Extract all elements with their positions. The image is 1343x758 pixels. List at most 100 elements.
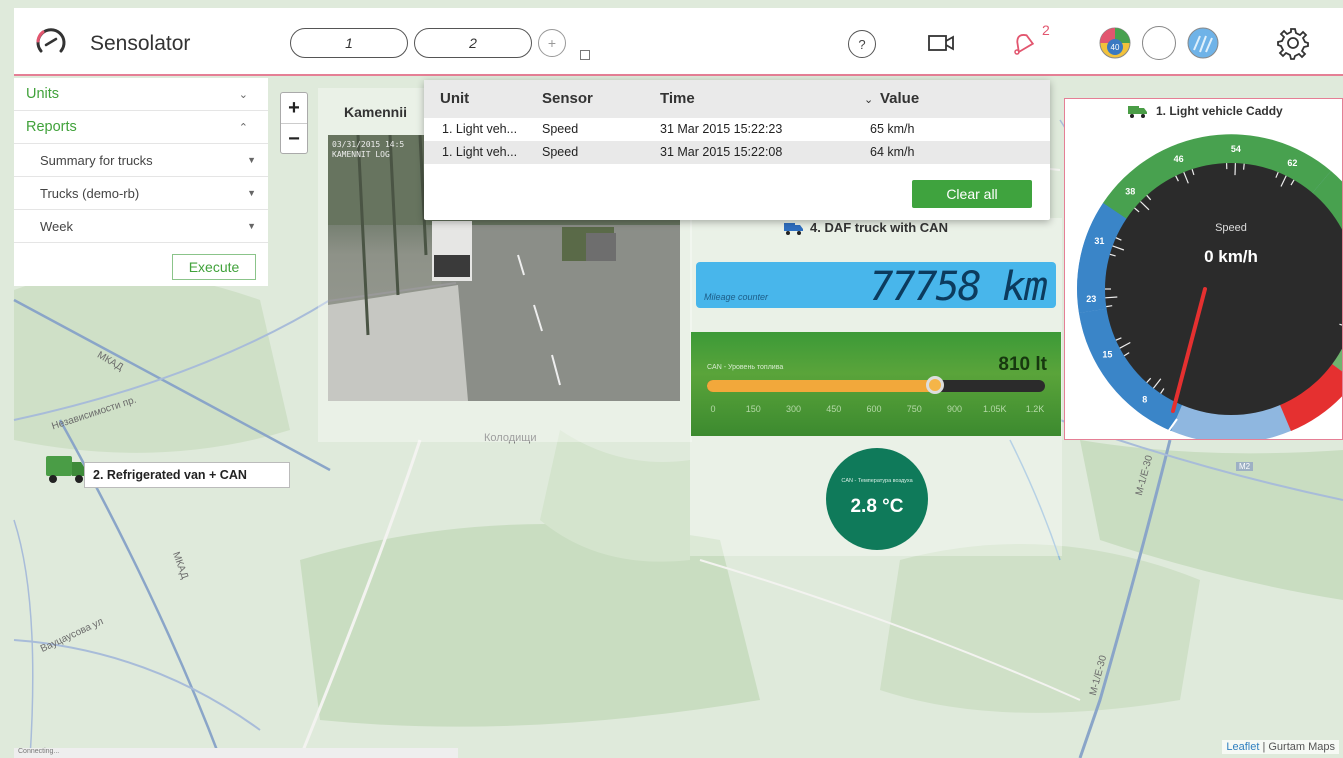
fuel-value: 810 lt (998, 354, 1047, 375)
report-template-select[interactable]: Summary for trucks ▼ (14, 144, 268, 177)
temperature-gauge: CAN - Температура воздуха 2.8 °C (826, 448, 928, 550)
caret-down-icon: ▼ (247, 221, 256, 231)
speed-tick-label: 23 (1086, 294, 1096, 304)
chevron-down-icon: ⌄ (238, 88, 248, 101)
app-title: Sensolator (90, 32, 191, 55)
speedometer-widget: 81523313846546292 Speed 0 km/h (1064, 98, 1343, 440)
fuel-scale-ticks: 0 150 300 450 600 750 900 1.05K 1.2K (707, 404, 1047, 418)
units-label: Units (26, 86, 60, 102)
cell-unit: 1. Light veh... (442, 145, 518, 159)
column-header-value[interactable]: Value (880, 90, 919, 107)
tab-resize-icon[interactable] (580, 50, 590, 60)
mileage-label: Mileage counter (704, 292, 769, 302)
video-camera-icon[interactable] (926, 28, 956, 58)
speedometer-label: Speed (1215, 222, 1247, 234)
units-section-toggle[interactable]: Units ⌄ (14, 78, 268, 111)
table-row[interactable]: 1. Light veh... Speed 31 Mar 2015 15:22:… (424, 118, 1050, 141)
fuel-slider-fill (707, 380, 936, 392)
truck-icon (784, 222, 803, 235)
fuel-label: CAN - Уровень топлива (707, 364, 784, 371)
add-tab-button[interactable]: + (538, 29, 566, 57)
zoom-out-button[interactable]: − (281, 124, 307, 154)
caret-down-icon: ▼ (247, 155, 256, 165)
clear-all-button[interactable]: Clear all (912, 180, 1032, 208)
fuel-tick-label: 300 (785, 404, 802, 414)
cell-time: 31 Mar 2015 15:22:23 (660, 122, 783, 136)
cell-time: 31 Mar 2015 15:22:08 (660, 145, 783, 159)
camera-timestamp: 03/31/2015 14:5 KAMENNIT LOG (332, 140, 404, 160)
report-object-select[interactable]: Trucks (demo-rb) ▼ (14, 177, 268, 210)
speed-tick-label: 46 (1174, 154, 1184, 164)
daf-widget-title: 4. DAF truck with CAN (784, 220, 948, 235)
fuel-tick-label: 750 (906, 404, 922, 414)
speed-tick-label: 31 (1094, 236, 1104, 246)
fuel-tick-label: 1.05K (982, 404, 1007, 414)
reports-section-toggle[interactable]: Reports ⌃ (14, 111, 268, 144)
refrigerated-van-marker-icon[interactable] (44, 452, 88, 490)
unit-map-label[interactable]: 2. Refrigerated van + CAN (84, 462, 290, 488)
caret-down-icon: ▼ (247, 188, 256, 198)
empty-layer-icon[interactable] (1142, 26, 1176, 60)
camera-location-line: KAMENNIT LOG (332, 150, 390, 159)
attribution-text: | Gurtam Maps (1259, 741, 1335, 753)
mileage-counter: Mileage counter 77758 km (696, 262, 1056, 310)
zoom-control: + − (280, 92, 308, 154)
sort-chevron-icon[interactable]: ⌄ (864, 93, 873, 106)
sensor-messages-popup: Unit Sensor Time ⌄ Value 1. Light veh...… (424, 80, 1050, 220)
zoom-in-button[interactable]: + (281, 93, 307, 124)
gear-icon[interactable] (1276, 26, 1310, 60)
messages-table-header: Unit Sensor Time ⌄ Value (424, 80, 1050, 118)
fuel-tick-label: 0 (710, 404, 716, 414)
fuel-tick-label: 900 (946, 404, 963, 414)
fuel-level-widget: CAN - Уровень топлива 810 lt 0 150 300 450 6… (691, 332, 1061, 436)
speed-tick-label: 38 (1125, 187, 1135, 197)
speed-tick-label: 62 (1287, 158, 1297, 168)
execute-button[interactable]: Execute (172, 254, 256, 280)
speedometer-title: 1. Light vehicle Caddy (1128, 104, 1283, 118)
report-template-value: Summary for trucks (40, 152, 153, 168)
column-header-time[interactable]: Time (660, 90, 695, 107)
speedometer-title-text: 1. Light vehicle Caddy (1156, 104, 1283, 118)
speed-tick-label: 15 (1102, 350, 1112, 360)
help-icon[interactable]: ? (848, 30, 876, 58)
camera-timestamp-line: 03/31/2015 14:5 (332, 140, 405, 149)
daf-title-text: 4. DAF truck with CAN (810, 220, 948, 235)
fuel-tick-label: 450 (826, 404, 842, 414)
fuel-tick-label: 600 (866, 404, 882, 414)
reports-label: Reports (26, 119, 77, 135)
fuel-tick-label: 150 (745, 404, 761, 414)
camera-widget-title: Kamennii (344, 104, 408, 120)
bell-icon[interactable] (1008, 28, 1038, 58)
temperature-label: CAN - Температура воздуха (841, 478, 913, 484)
report-object-value: Trucks (demo-rb) (40, 185, 140, 201)
fuel-slider-track (707, 376, 1045, 394)
column-header-unit[interactable]: Unit (440, 90, 469, 107)
cell-unit: 1. Light veh... (442, 122, 518, 136)
cell-value: 64 km/h (870, 145, 915, 159)
cell-value: 65 km/h (870, 122, 915, 136)
speed-tick-mark (1243, 163, 1245, 170)
tab-1[interactable]: 1 (290, 28, 408, 58)
tab-2[interactable]: 2 (414, 28, 532, 58)
leaflet-link[interactable]: Leaflet (1226, 741, 1259, 753)
column-header-sensor[interactable]: Sensor (542, 90, 593, 107)
notification-count-badge: 2 (1042, 22, 1050, 38)
cell-sensor: Speed (542, 145, 579, 159)
truck-icon (1128, 106, 1147, 118)
left-panel: Units ⌄ Reports ⌃ Summary for trucks ▼ T… (14, 78, 268, 286)
speed-limit-layer-icon[interactable]: 40 (1098, 26, 1132, 60)
speedometer-logo-icon (36, 28, 66, 53)
temperature-value: 2.8 °C (850, 496, 904, 517)
speedometer-value: 0 km/h (1204, 247, 1258, 266)
weather-layer-icon[interactable] (1186, 26, 1220, 60)
speed-tick-label: 8 (1142, 394, 1147, 404)
speed-tick-mark (1105, 296, 1118, 299)
svg-text:40: 40 (1111, 43, 1120, 52)
report-interval-select[interactable]: Week ▼ (14, 210, 268, 243)
status-bar: Connecting... (14, 748, 458, 758)
fuel-slider-knob[interactable] (926, 376, 945, 394)
table-row[interactable]: 1. Light veh... Speed 31 Mar 2015 15:22:… (424, 141, 1050, 164)
fuel-tick-label: 1.2K (1025, 404, 1045, 414)
report-interval-value: Week (40, 218, 73, 234)
map-attribution: Leaflet | Gurtam Maps (1222, 740, 1339, 754)
